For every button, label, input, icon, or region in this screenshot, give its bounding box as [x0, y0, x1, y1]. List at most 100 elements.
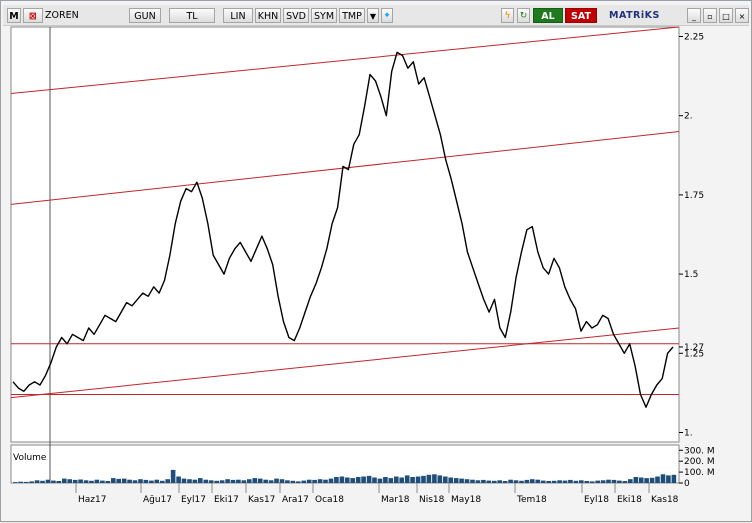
volume-bar-30: [176, 476, 181, 483]
volume-bar-55: [312, 479, 317, 483]
volume-bar-8: [56, 481, 62, 483]
x-tick-label-3: Eki17: [214, 495, 239, 505]
volume-bar-47: [268, 480, 274, 483]
volume-bar-103: [573, 480, 579, 483]
volume-bar-58: [328, 478, 334, 483]
volume-bar-85: [475, 480, 481, 483]
volume-bar-68: [383, 477, 388, 483]
x-tick-label-11: Eyl18: [584, 495, 609, 505]
volume-bar-26: [154, 479, 160, 483]
volume-bar-96: [535, 479, 541, 483]
volume-bar-81: [453, 478, 459, 483]
volume-tick-label-2: 100. M: [684, 468, 715, 478]
volume-bar-2: [23, 481, 29, 483]
volume-bar-50: [285, 480, 290, 483]
volume-bar-28: [165, 479, 170, 483]
volume-bar-17: [105, 481, 111, 483]
volume-bar-115: [638, 477, 644, 483]
volume-bar-98: [546, 481, 551, 483]
volume-bar-49: [279, 479, 285, 483]
x-tick-label-13: Kas18: [651, 495, 679, 505]
volume-bar-35: [203, 479, 209, 483]
volume-bar-7: [51, 480, 56, 483]
volume-bar-57: [323, 479, 328, 483]
volume-bar-21: [127, 479, 132, 483]
volume-tick-label-0: 300. M: [684, 446, 715, 456]
price-chart[interactable]: 2.252.1.751.51.271.251. 300. M200. M100.…: [1, 1, 752, 523]
x-tick-label-6: Oca18: [315, 495, 344, 505]
volume-bar-56: [317, 479, 323, 483]
volume-bar-109: [606, 479, 611, 483]
volume-bar-82: [459, 478, 464, 483]
volume-bar-107: [595, 480, 600, 483]
volume-bar-10: [67, 479, 72, 483]
volume-bar-43: [247, 479, 252, 483]
volume-bar-99: [551, 480, 557, 483]
y-tick-label-3: 1.5: [684, 270, 698, 280]
volume-bar-22: [132, 480, 138, 483]
volume-bar-13: [83, 480, 89, 483]
volume-bar-66: [372, 477, 377, 483]
y-tick-label-6: 1.: [684, 428, 693, 438]
chart-window: M ⊠ ZOREN GUN TL LIN KHN SVD SYM TMP ▼ ✦…: [0, 0, 752, 522]
volume-bar-1: [18, 481, 23, 483]
x-tick-label-5: Ara17: [282, 495, 309, 505]
volume-bar-19: [116, 478, 121, 483]
volume-bar-4: [34, 480, 40, 483]
volume-bar-80: [448, 477, 453, 483]
volume-bar-5: [40, 480, 45, 483]
volume-bar-25: [149, 480, 154, 483]
volume-bar-69: [388, 478, 394, 483]
y-tick-label-1: 2.: [684, 112, 693, 122]
volume-bar-64: [361, 476, 366, 483]
volume-bar-72: [404, 475, 410, 483]
volume-bar-33: [192, 479, 198, 483]
volume-bar-51: [290, 480, 296, 483]
volume-bar-37: [214, 480, 219, 483]
volume-bar-118: [655, 476, 660, 483]
x-tick-label-0: Haz17: [78, 495, 106, 505]
volume-bar-34: [198, 478, 203, 483]
x-tick-label-12: Eki18: [617, 495, 642, 505]
volume-bar-62: [350, 478, 355, 483]
volume-bar-86: [481, 479, 486, 483]
volume-bar-16: [100, 480, 105, 483]
y-tick-label-0: 2.25: [684, 33, 704, 43]
volume-bar-87: [486, 480, 492, 483]
volume-bar-117: [649, 477, 655, 483]
volume-bar-120: [666, 475, 671, 483]
volume-bar-53: [301, 480, 307, 483]
volume-bar-27: [160, 480, 165, 483]
volume-bar-67: [377, 478, 383, 483]
volume-bar-23: [138, 479, 143, 483]
volume-bar-106: [589, 481, 595, 483]
volume-bar-14: [89, 480, 94, 483]
volume-bar-111: [617, 480, 622, 483]
volume-bar-114: [633, 477, 639, 483]
volume-bar-60: [339, 476, 345, 483]
volume-bar-11: [72, 479, 78, 483]
volume-bar-6: [45, 479, 51, 483]
volume-bar-9: [62, 478, 67, 483]
volume-bar-41: [236, 479, 241, 483]
volume-bar-100: [557, 480, 562, 483]
x-tick-label-8: Nis18: [419, 495, 445, 505]
x-tick-label-10: Tem18: [516, 495, 547, 505]
volume-bar-73: [410, 477, 415, 483]
volume-bar-36: [208, 480, 214, 483]
price-panel: [10, 26, 680, 443]
y-tick-label-5: 1.25: [684, 349, 704, 359]
volume-tick-label-1: 200. M: [684, 457, 715, 467]
volume-bar-20: [121, 478, 127, 483]
volume-bar-94: [524, 479, 530, 483]
x-tick-label-4: Kas17: [248, 495, 275, 505]
volume-bar-15: [94, 479, 100, 483]
volume-bar-113: [628, 479, 633, 483]
volume-bar-42: [241, 480, 247, 483]
volume-bar-48: [274, 478, 279, 483]
volume-bar-59: [334, 477, 339, 483]
volume-bar-110: [611, 479, 617, 483]
x-tick-label-1: Ağu17: [143, 495, 172, 505]
volume-bar-31: [181, 478, 187, 483]
volume-bar-78: [437, 475, 443, 483]
